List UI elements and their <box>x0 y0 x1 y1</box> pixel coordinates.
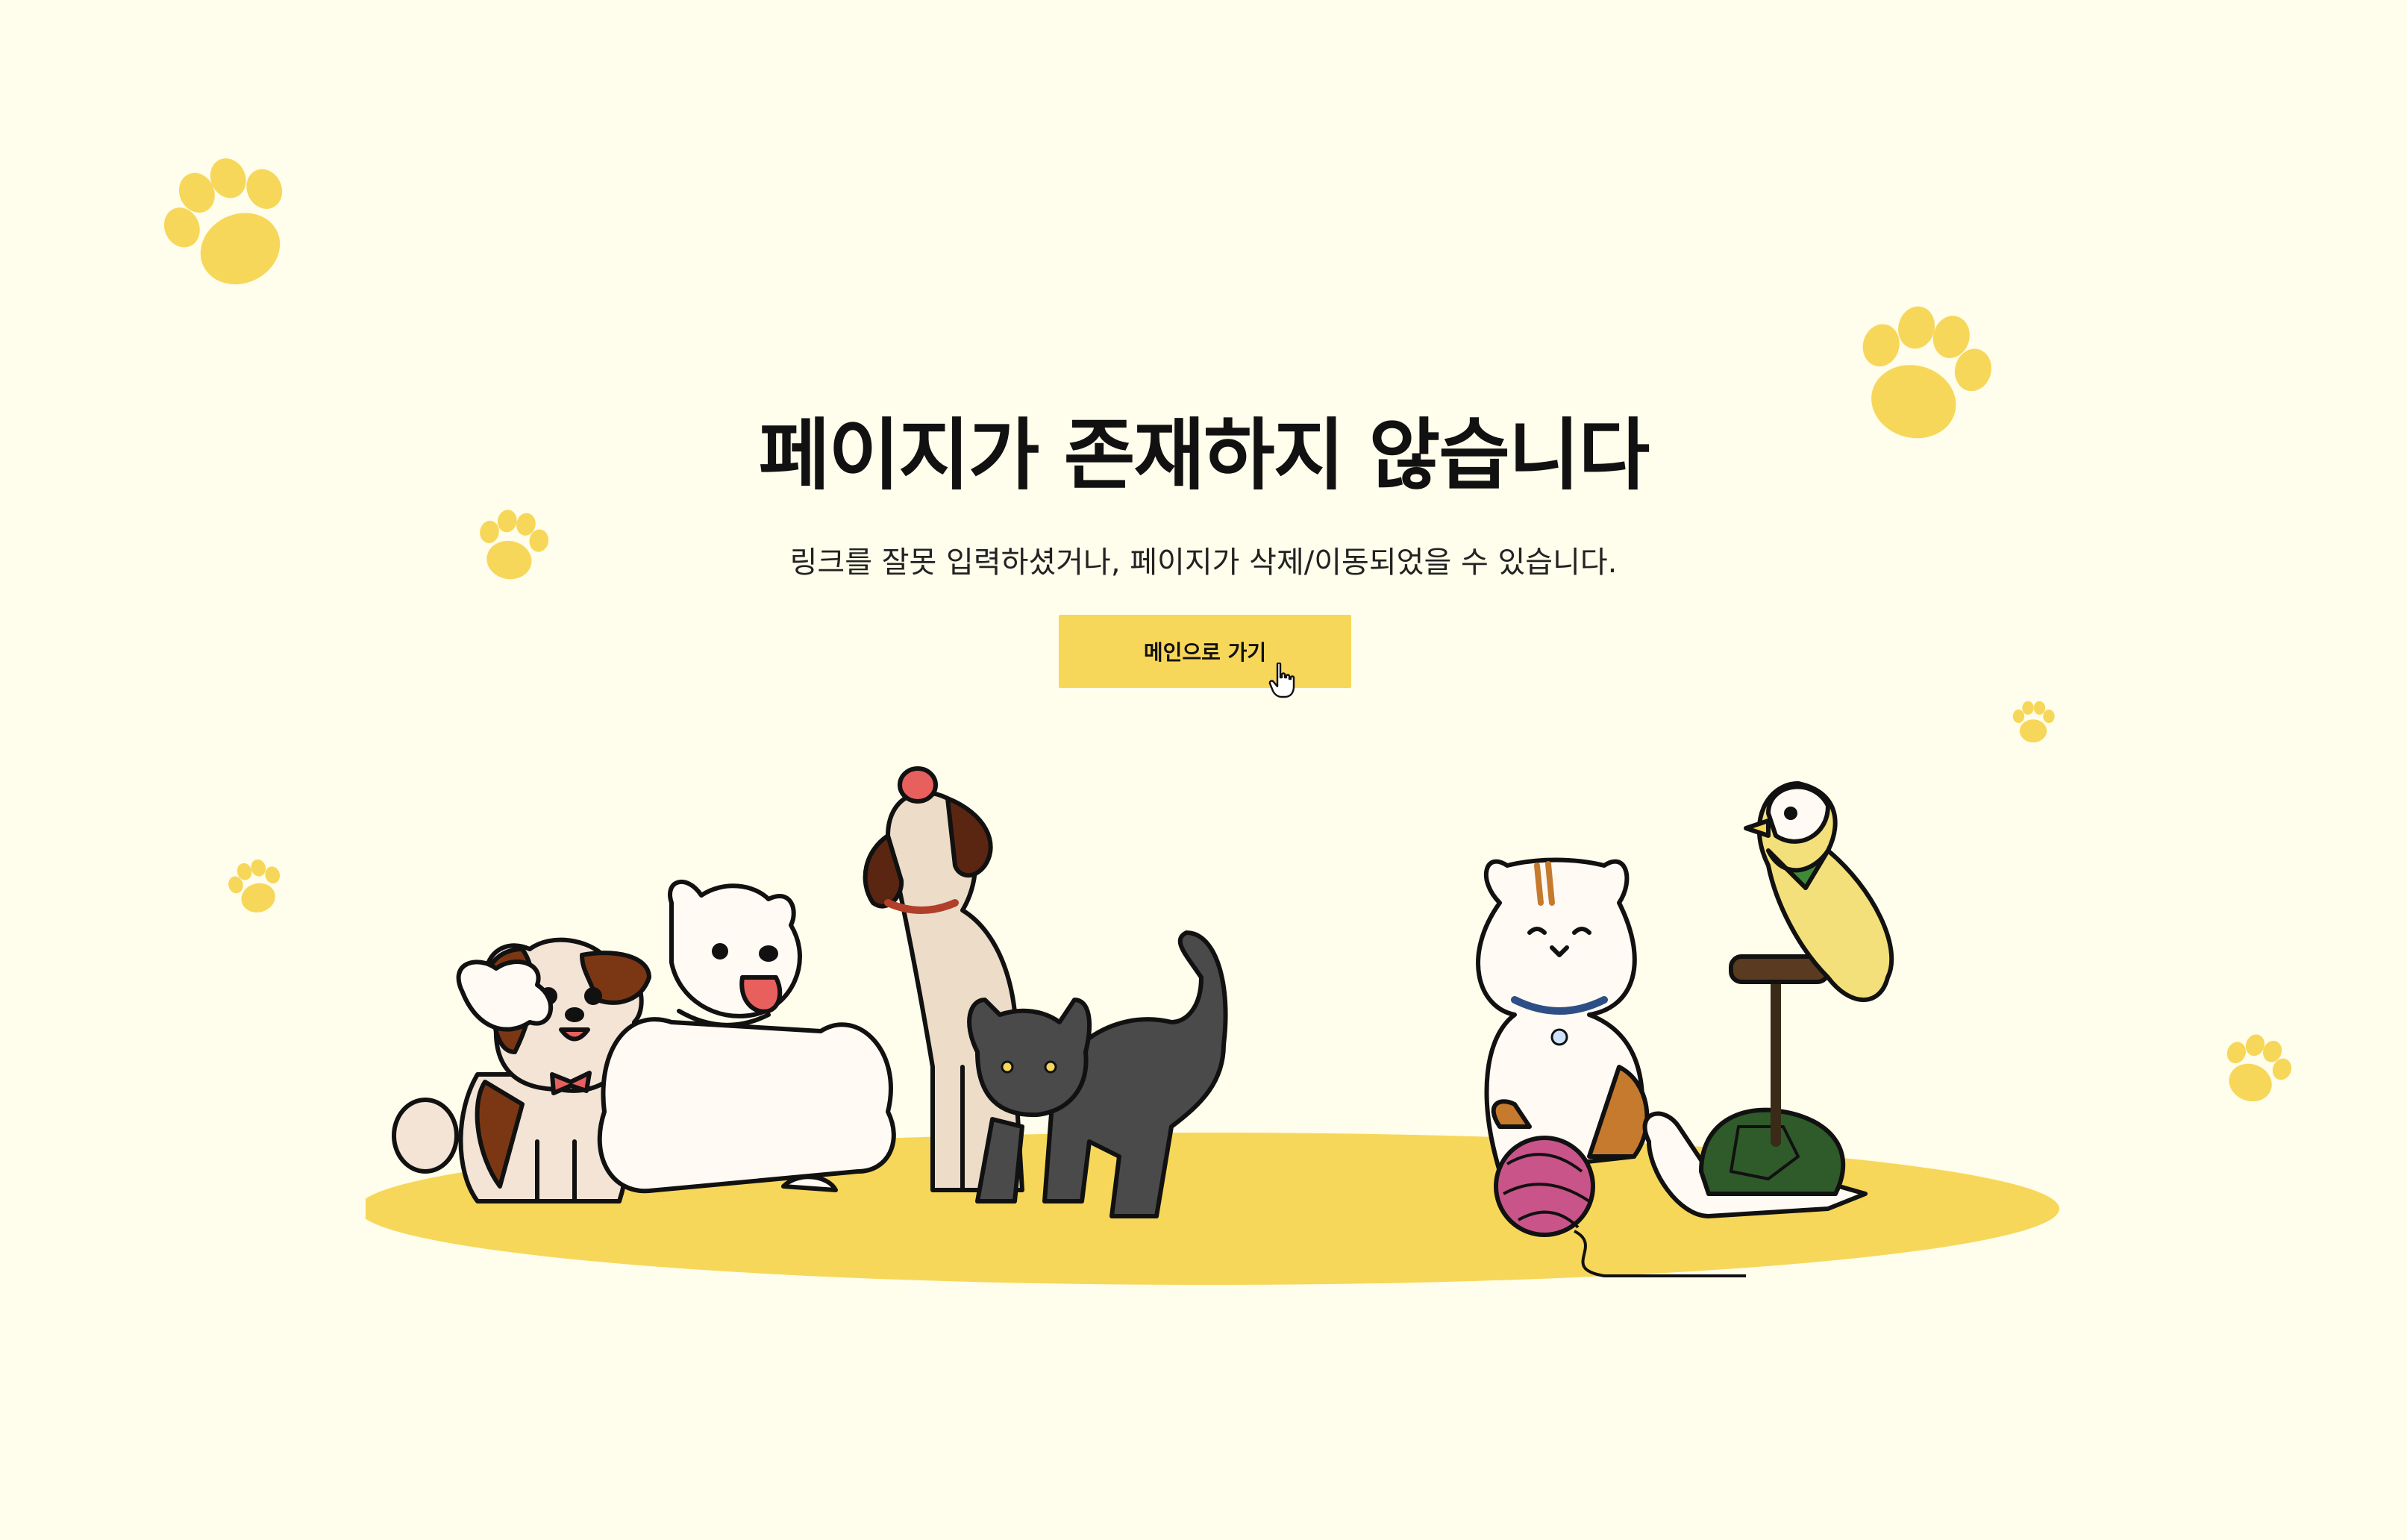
go-to-main-button[interactable]: 메인으로 가기 <box>1059 615 1351 688</box>
parrot <box>1729 781 1894 1147</box>
not-found-page: 페이지가 존재하지 않습니다 링크를 잘못 입력하셨거나, 페이지가 삭제/이동… <box>0 0 2407 1540</box>
paw-print-icon <box>2012 701 2055 742</box>
calico-cat <box>1476 857 1650 1174</box>
page-title: 페이지가 존재하지 않습니다 <box>758 410 1650 501</box>
paw-print-icon <box>2226 1034 2292 1102</box>
page-subtitle: 링크를 잘못 입력하셨거나, 페이지가 삭제/이동되었을 수 있습니다. <box>789 545 1618 580</box>
pets-illustration <box>366 766 2059 1285</box>
paw-print-icon <box>163 158 283 285</box>
paw-print-icon <box>228 859 281 913</box>
hand-pointer-cursor-icon <box>1268 663 1295 698</box>
turtle <box>1642 1107 1868 1218</box>
